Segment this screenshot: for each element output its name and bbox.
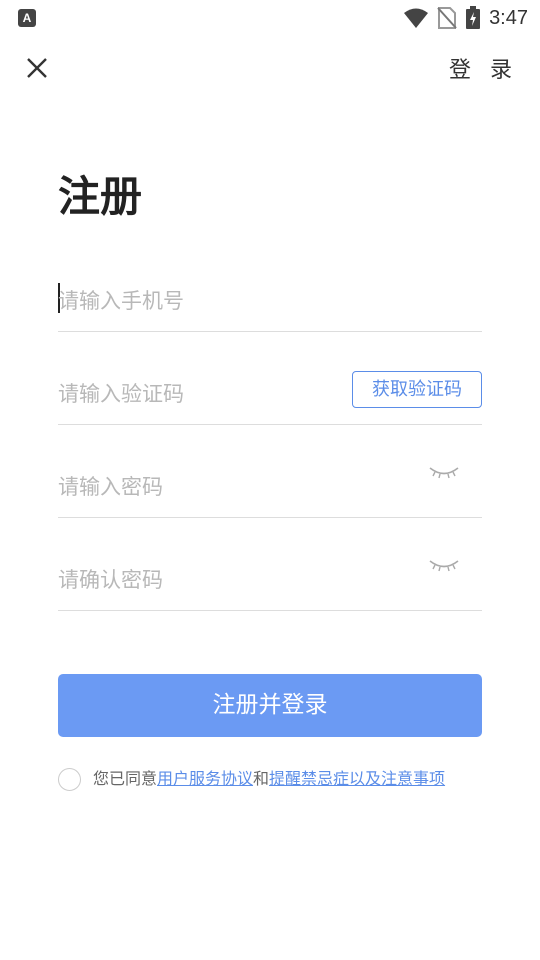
clock: 3:47 <box>489 6 528 29</box>
page-title: 注册 <box>58 172 143 221</box>
wifi-icon <box>404 8 429 28</box>
agreement-text: 您已同意用户服务协议和提醒禁忌症以及注意事项 <box>93 768 445 790</box>
eye-closed-icon[interactable] <box>428 465 460 481</box>
login-button[interactable]: 登 录 <box>449 52 518 84</box>
confirm-password-input[interactable] <box>58 562 338 598</box>
phone-input[interactable] <box>58 283 338 319</box>
password-field <box>58 457 482 518</box>
register-and-login-button[interactable]: 注册并登录 <box>58 674 482 737</box>
phone-field <box>58 271 482 332</box>
close-icon[interactable] <box>22 53 52 83</box>
app-notification-icon: A <box>18 9 36 27</box>
confirm-password-field <box>58 550 482 611</box>
battery-charging-icon <box>466 6 481 29</box>
agreement-conjunction: 和 <box>253 769 270 788</box>
top-bar: 登 录 <box>0 40 540 96</box>
contraindications-notice-link[interactable]: 提醒禁忌症以及注意事项 <box>269 769 445 788</box>
verification-code-input[interactable] <box>58 376 338 412</box>
status-icons: 3:47 <box>403 5 528 31</box>
status-bar: A 3:47 <box>0 0 540 36</box>
eye-closed-icon[interactable] <box>428 558 460 574</box>
get-code-button[interactable]: 获取验证码 <box>352 371 482 408</box>
password-input[interactable] <box>58 469 338 505</box>
agreement-checkbox[interactable] <box>58 768 81 791</box>
agreement-prefix: 您已同意 <box>93 769 158 788</box>
user-service-agreement-link[interactable]: 用户服务协议 <box>157 769 253 788</box>
no-sim-icon <box>437 7 457 29</box>
code-field: 获取验证码 <box>58 364 482 425</box>
